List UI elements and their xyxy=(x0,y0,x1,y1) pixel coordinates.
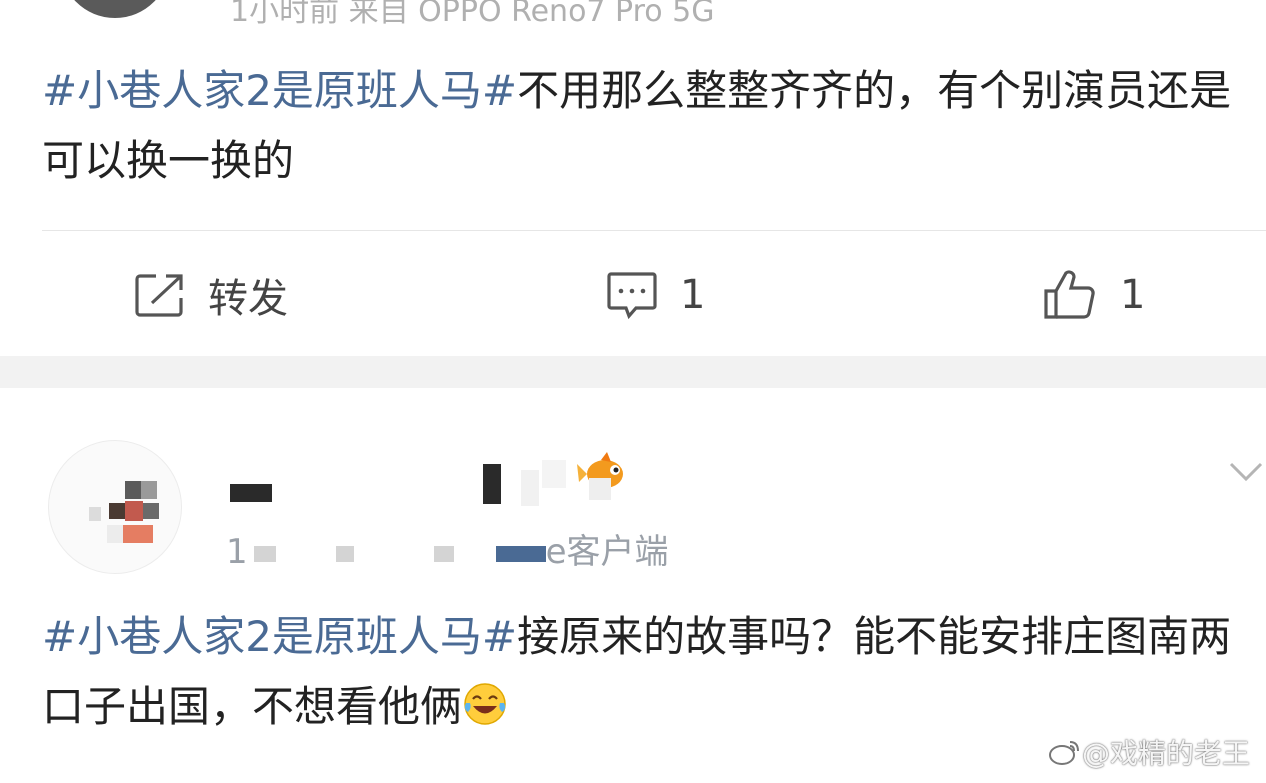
post-meta: 1小时前 来自 OPPO Reno7 Pro 5G xyxy=(230,0,715,29)
hashtag-link[interactable]: #小巷人家2是原班人马# xyxy=(42,612,517,661)
like-count: 1 xyxy=(1120,272,1146,318)
avatar[interactable] xyxy=(48,440,182,574)
chevron-down-icon[interactable] xyxy=(1228,460,1264,484)
divider xyxy=(42,230,1266,231)
comment-icon xyxy=(607,272,657,320)
forward-label: 转发 xyxy=(208,276,288,322)
fish-badge-icon xyxy=(577,452,623,500)
weibo-post-2: 1 e客户端 #小巷人家2是原班人马#接原来的故事吗？能不能安排庄图南两口子出国，… xyxy=(0,388,1266,783)
thumbs-up-icon xyxy=(1044,270,1095,319)
comment-button[interactable]: 1 xyxy=(606,262,705,328)
post-body: #小巷人家2是原班人马#不用那么整整齐齐的，有个别演员还是可以换一换的 xyxy=(42,56,1257,196)
watermark: @戏精的老王 xyxy=(1048,732,1250,772)
laughing-tears-emoji-icon xyxy=(464,683,506,725)
hashtag-link[interactable]: #小巷人家2是原班人马# xyxy=(42,66,517,115)
post-source: 1 e客户端 xyxy=(226,524,669,573)
weibo-logo-icon xyxy=(1048,741,1079,765)
forward-button[interactable]: 转发 xyxy=(134,262,288,328)
like-button[interactable]: 1 xyxy=(1042,262,1145,328)
comment-count: 1 xyxy=(680,272,706,318)
source-suffix: e客户端 xyxy=(545,532,669,572)
source-prefix: 1 xyxy=(226,532,248,572)
post-body: #小巷人家2是原班人马#接原来的故事吗？能不能安排庄图南两口子出国，不想看他俩 xyxy=(42,602,1257,742)
feed-separator xyxy=(0,356,1266,388)
avatar[interactable] xyxy=(60,0,170,18)
watermark-text: @戏精的老王 xyxy=(1081,737,1250,770)
share-icon xyxy=(135,274,183,317)
weibo-post-1: 1小时前 来自 OPPO Reno7 Pro 5G #小巷人家2是原班人马#不用… xyxy=(0,0,1266,356)
